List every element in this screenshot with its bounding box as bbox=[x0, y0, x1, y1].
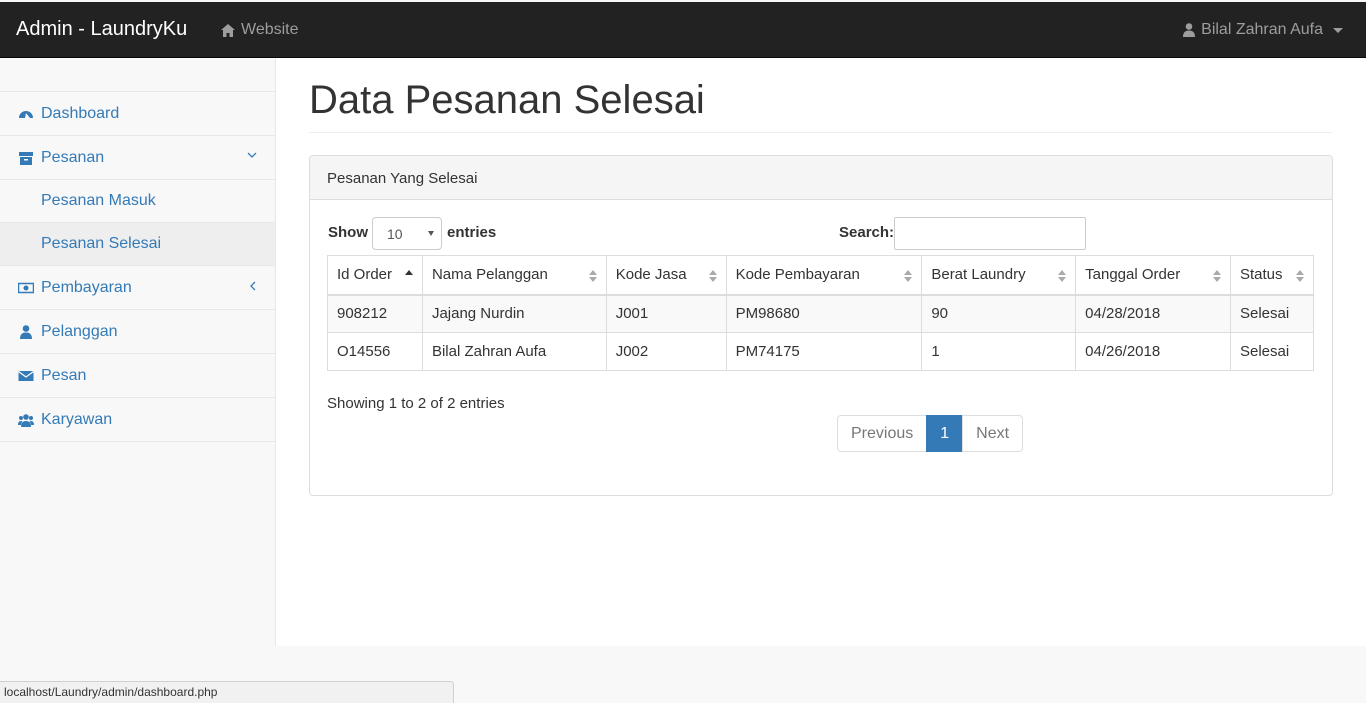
browser-status-bar: localhost/Laundry/admin/dashboard.php bbox=[0, 681, 454, 703]
column-header-status[interactable]: Status bbox=[1229, 255, 1315, 296]
user-icon bbox=[1183, 23, 1196, 37]
archive-icon bbox=[19, 151, 33, 165]
home-icon bbox=[221, 23, 235, 37]
table-row: 908212 Jajang Nurdin J001 PM98680 90 04/… bbox=[327, 294, 1315, 333]
cell-kode-jasa: J002 bbox=[605, 332, 727, 371]
users-icon bbox=[18, 413, 34, 427]
sort-icon bbox=[1212, 270, 1221, 282]
page-1-button[interactable]: 1 bbox=[926, 415, 964, 452]
sort-asc-icon bbox=[404, 270, 413, 275]
sidebar-item-pesanan[interactable]: Pesanan bbox=[0, 136, 275, 180]
user-icon bbox=[20, 324, 32, 339]
table-row: O14556 Bilal Zahran Aufa J002 PM74175 1 … bbox=[327, 332, 1315, 371]
cell-kode-pembayaran: PM74175 bbox=[725, 332, 923, 371]
sidebar-item-karyawan[interactable]: Karyawan bbox=[0, 398, 275, 442]
sort-icon bbox=[588, 270, 597, 282]
column-header-berat-laundry[interactable]: Berat Laundry bbox=[921, 255, 1077, 296]
cell-tanggal-order: 04/28/2018 bbox=[1075, 294, 1231, 333]
cell-berat-laundry: 90 bbox=[921, 294, 1077, 333]
sidebar-item-pesan[interactable]: Pesan bbox=[0, 354, 275, 398]
panel-heading: Pesanan Yang Selesai bbox=[310, 156, 1332, 200]
sidebar-nav: Dashboard Pesanan Pesanan Masuk Pesanan … bbox=[0, 91, 275, 442]
orders-table: Id Order Nama Pelanggan Kode Jasa Kode P… bbox=[327, 255, 1315, 371]
search-label: Search: bbox=[839, 224, 895, 241]
main-content: Data Pesanan Selesai Pesanan Yang Selesa… bbox=[276, 58, 1366, 646]
table-header-row: Id Order Nama Pelanggan Kode Jasa Kode P… bbox=[327, 255, 1315, 296]
chevron-left-icon bbox=[250, 281, 256, 291]
website-label: Website bbox=[241, 21, 299, 38]
sidebar-subitem-label: Pesanan Selesai bbox=[41, 235, 162, 252]
sidebar-item-label: Pesan bbox=[41, 366, 87, 384]
search-input[interactable] bbox=[894, 217, 1086, 250]
user-dropdown[interactable]: Bilal Zahran Aufa bbox=[1183, 21, 1343, 39]
cell-id-order: 908212 bbox=[327, 294, 423, 333]
sidebar-item-pembayaran[interactable]: Pembayaran bbox=[0, 266, 275, 310]
table-info: Showing 1 to 2 of 2 entries bbox=[327, 395, 505, 412]
sidebar-item-label: Pesanan bbox=[41, 148, 105, 166]
show-label: Show bbox=[328, 224, 368, 241]
cell-status: Selesai bbox=[1229, 294, 1315, 333]
page-length-select[interactable]: 10 bbox=[372, 217, 442, 250]
next-button[interactable]: Next bbox=[962, 415, 1024, 452]
user-name: Bilal Zahran Aufa bbox=[1201, 21, 1323, 38]
sidebar-item-label: Pembayaran bbox=[41, 278, 132, 296]
sort-icon bbox=[708, 270, 717, 282]
cell-berat-laundry: 1 bbox=[921, 332, 1077, 371]
dropdown-arrow-icon bbox=[428, 231, 434, 236]
orders-panel: Pesanan Yang Selesai Show 10 entries Sea… bbox=[309, 155, 1333, 496]
column-header-nama-pelanggan[interactable]: Nama Pelanggan bbox=[421, 255, 607, 296]
sort-icon bbox=[1296, 270, 1304, 282]
sidebar-subitem-pesanan-masuk[interactable]: Pesanan Masuk bbox=[0, 180, 275, 223]
top-navbar: Admin - LaundryKu Website Bilal Zahran A… bbox=[0, 2, 1366, 58]
pagination: Previous 1 Next bbox=[837, 415, 1024, 452]
chevron-down-icon bbox=[1333, 27, 1343, 33]
cell-tanggal-order: 04/26/2018 bbox=[1075, 332, 1231, 371]
page-length-value: 10 bbox=[387, 226, 403, 242]
sidebar-item-label: Dashboard bbox=[41, 104, 120, 122]
previous-button[interactable]: Previous bbox=[837, 415, 928, 452]
sort-icon bbox=[1058, 270, 1067, 282]
cell-status: Selesai bbox=[1229, 332, 1315, 371]
cell-nama-pelanggan: Bilal Zahran Aufa bbox=[421, 332, 607, 371]
sort-icon bbox=[904, 270, 913, 282]
sidebar-subitem-label: Pesanan Masuk bbox=[41, 192, 156, 209]
cell-kode-jasa: J001 bbox=[605, 294, 727, 333]
column-header-tanggal-order[interactable]: Tanggal Order bbox=[1075, 255, 1231, 296]
chevron-down-icon bbox=[247, 152, 257, 158]
column-header-kode-pembayaran[interactable]: Kode Pembayaran bbox=[725, 255, 923, 296]
cell-id-order: O14556 bbox=[327, 332, 423, 371]
column-header-kode-jasa[interactable]: Kode Jasa bbox=[605, 255, 727, 296]
dashboard-icon bbox=[19, 110, 33, 118]
sidebar-item-dashboard[interactable]: Dashboard bbox=[0, 92, 275, 136]
sidebar-item-label: Pelanggan bbox=[41, 322, 118, 340]
sidebar-subitem-pesanan-selesai[interactable]: Pesanan Selesai bbox=[0, 223, 275, 266]
website-link[interactable]: Website bbox=[221, 21, 299, 39]
cell-kode-pembayaran: PM98680 bbox=[725, 294, 923, 333]
sidebar-item-label: Karyawan bbox=[41, 410, 113, 428]
brand-link[interactable]: Admin - LaundryKu bbox=[16, 18, 187, 41]
sidebar: Dashboard Pesanan Pesanan Masuk Pesanan … bbox=[0, 58, 276, 646]
money-icon bbox=[18, 282, 34, 293]
sidebar-item-pelanggan[interactable]: Pelanggan bbox=[0, 310, 275, 354]
cell-nama-pelanggan: Jajang Nurdin bbox=[421, 294, 607, 333]
envelope-icon bbox=[18, 370, 34, 381]
entries-label: entries bbox=[447, 224, 497, 241]
title-divider bbox=[309, 132, 1332, 133]
column-header-id-order[interactable]: Id Order bbox=[327, 255, 423, 296]
page-title: Data Pesanan Selesai bbox=[309, 78, 705, 122]
